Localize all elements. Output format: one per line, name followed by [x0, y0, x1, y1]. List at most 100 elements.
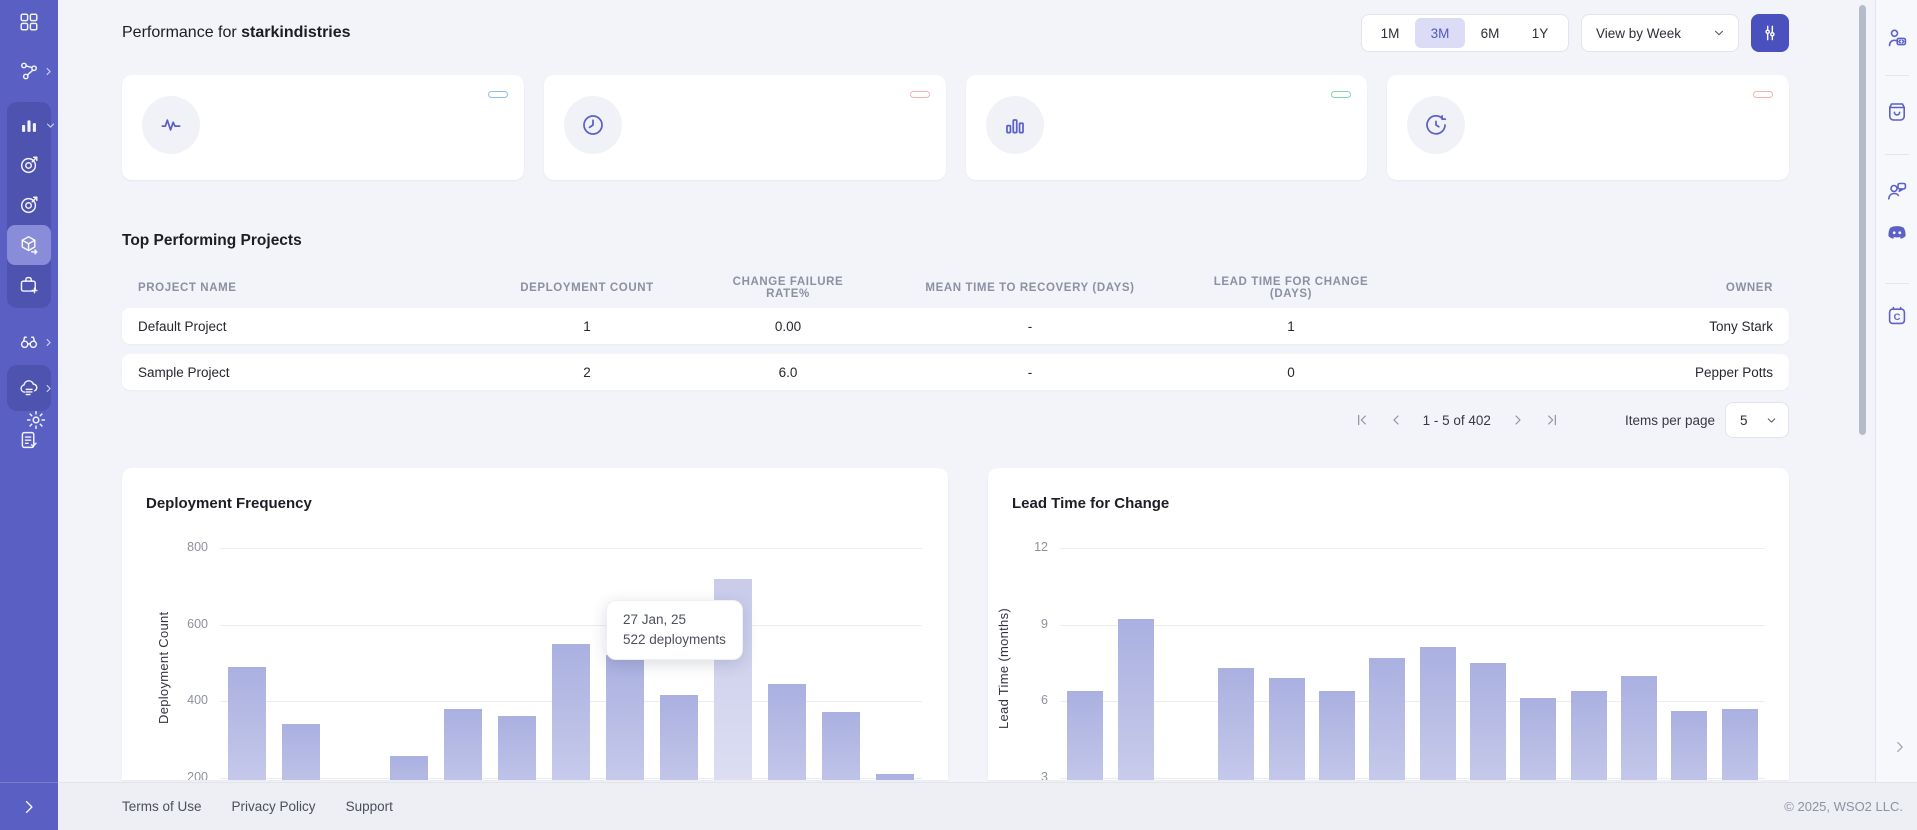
- column-header: LEAD TIME FOR CHANGE (DAYS): [1196, 276, 1386, 300]
- gridline: [1060, 778, 1765, 779]
- sidebar-item-usage-target[interactable]: [7, 185, 51, 225]
- sidebar-item-package-deliver[interactable]: [7, 225, 51, 265]
- sidebar-item-briefcase-add[interactable]: [7, 265, 51, 305]
- bar-4[interactable]: [1269, 678, 1305, 780]
- table-cell: 0: [1196, 365, 1386, 380]
- deployment-frequency-chart: Deployment Frequency Deployment Count 27…: [122, 468, 948, 780]
- table-cell: 6.0: [712, 365, 864, 380]
- table-row-0[interactable]: Default Project10.00-1Tony Stark: [122, 308, 1789, 344]
- right-rail: C: [1875, 0, 1917, 782]
- bar-11[interactable]: [1621, 676, 1657, 781]
- vertical-scrollbar-thumb[interactable]: [1859, 5, 1866, 435]
- insights-chart-icon: [18, 114, 40, 136]
- y-tick-label: 12: [1004, 540, 1048, 554]
- first-page-button[interactable]: [1345, 405, 1379, 435]
- org-name: starkindistries: [241, 24, 350, 41]
- column-header: MEAN TIME TO RECOVERY (DAYS): [864, 282, 1196, 294]
- sidebar-expand-button[interactable]: [0, 782, 58, 830]
- footer-link-privacy-policy[interactable]: Privacy Policy: [232, 799, 316, 814]
- metric-card-1: [544, 75, 946, 180]
- rail-divider: [1885, 283, 1909, 284]
- tooltip-date: 27 Jan, 25: [623, 612, 726, 627]
- sidebar-item-dashboard-grid[interactable]: [7, 2, 51, 42]
- bar-8[interactable]: [660, 695, 698, 780]
- bar-12[interactable]: [876, 774, 914, 780]
- bar-7[interactable]: [1420, 647, 1456, 780]
- bar-11[interactable]: [822, 712, 860, 780]
- sidebar-item-settings-gear[interactable]: [14, 400, 58, 440]
- metric-cards-row: [122, 75, 1789, 180]
- bar-13[interactable]: [1722, 709, 1758, 780]
- briefcase-add-icon: [18, 274, 40, 296]
- range-button-1m[interactable]: 1M: [1365, 18, 1415, 48]
- last-page-button[interactable]: [1535, 405, 1569, 435]
- bar-0[interactable]: [1067, 691, 1103, 780]
- rail-item-support-person-chat[interactable]: [1877, 171, 1917, 211]
- table-cell: Tony Stark: [1386, 319, 1789, 334]
- bar-3[interactable]: [1218, 668, 1254, 780]
- bar-8[interactable]: [1470, 663, 1506, 780]
- bar-5[interactable]: [498, 716, 536, 780]
- column-header: OWNER: [1386, 282, 1789, 294]
- bar-1[interactable]: [1118, 619, 1154, 780]
- bar-7[interactable]: [606, 655, 644, 780]
- rail-chevron-right-icon[interactable]: [1891, 738, 1909, 756]
- bar-10[interactable]: [768, 684, 806, 780]
- marketplace-bag-icon: [1885, 100, 1909, 124]
- footer-links: Terms of Use Privacy Policy Support: [122, 799, 393, 814]
- gridline: [220, 625, 922, 626]
- metric-icon-circle: [564, 96, 622, 154]
- bar-0[interactable]: [228, 667, 266, 780]
- sidebar-item-observe-binoculars[interactable]: [7, 322, 51, 362]
- y-axis-label: Lead Time (months): [996, 548, 1011, 780]
- page-size-select[interactable]: 5: [1725, 402, 1789, 438]
- table-cell: -: [864, 319, 1196, 334]
- metric-icon-circle: [142, 96, 200, 154]
- rail-item-c-app[interactable]: C: [1877, 296, 1917, 336]
- rail-item-marketplace-bag[interactable]: [1877, 92, 1917, 132]
- y-axis-label: Deployment Count: [156, 548, 171, 780]
- footer-link-terms-of-use[interactable]: Terms of Use: [122, 799, 202, 814]
- bar-6[interactable]: [1369, 658, 1405, 780]
- page-title-prefix: Performance for: [122, 24, 241, 41]
- bar-10[interactable]: [1571, 691, 1607, 780]
- bar-3[interactable]: [390, 756, 428, 780]
- sidebar-item-goal-target[interactable]: [7, 145, 51, 185]
- range-button-6m[interactable]: 6M: [1465, 18, 1515, 48]
- section-heading: Top Performing Projects: [122, 232, 1789, 250]
- app-root: Performance for starkindistries 1M3M6M1Y…: [0, 0, 1917, 830]
- status-badge: [488, 91, 508, 98]
- left-sidebar: [0, 0, 58, 830]
- prev-page-button[interactable]: [1379, 405, 1413, 435]
- sidebar-item-insights-chart[interactable]: [7, 105, 51, 145]
- tooltip-value: 522 deployments: [623, 632, 726, 647]
- bar-5[interactable]: [1319, 691, 1355, 780]
- table-cell: Sample Project: [122, 365, 462, 380]
- filters-button[interactable]: [1751, 14, 1789, 52]
- metric-icon-circle: [986, 96, 1044, 154]
- table-cell: 1: [1196, 319, 1386, 334]
- bar-1[interactable]: [282, 724, 320, 780]
- status-badge: [910, 91, 930, 98]
- rail-item-discord[interactable]: [1877, 213, 1917, 253]
- pulse-icon: [158, 112, 184, 138]
- sidebar-item-pipelines-flow[interactable]: [7, 51, 51, 91]
- rail-item-dev-account[interactable]: [1877, 18, 1917, 58]
- chevron-right-icon: [43, 66, 54, 77]
- footer-link-support[interactable]: Support: [346, 799, 393, 814]
- bar-4[interactable]: [444, 709, 482, 780]
- next-page-button[interactable]: [1501, 405, 1535, 435]
- view-by-dropdown[interactable]: View by Week: [1581, 14, 1739, 52]
- column-header: PROJECT NAME: [122, 282, 462, 294]
- mini-bars-icon: [1002, 112, 1028, 138]
- page-header: Performance for starkindistries 1M3M6M1Y…: [122, 14, 1789, 52]
- column-header: DEPLOYMENT COUNT: [462, 282, 712, 294]
- range-button-1y[interactable]: 1Y: [1515, 18, 1565, 48]
- y-tick-label: 6: [1004, 693, 1048, 707]
- chevron-right-icon: [43, 383, 54, 394]
- table-row-1[interactable]: Sample Project26.0-0Pepper Potts: [122, 354, 1789, 390]
- bar-6[interactable]: [552, 644, 590, 780]
- bar-12[interactable]: [1671, 711, 1707, 780]
- range-button-3m[interactable]: 3M: [1415, 18, 1465, 48]
- bar-9[interactable]: [1520, 698, 1556, 780]
